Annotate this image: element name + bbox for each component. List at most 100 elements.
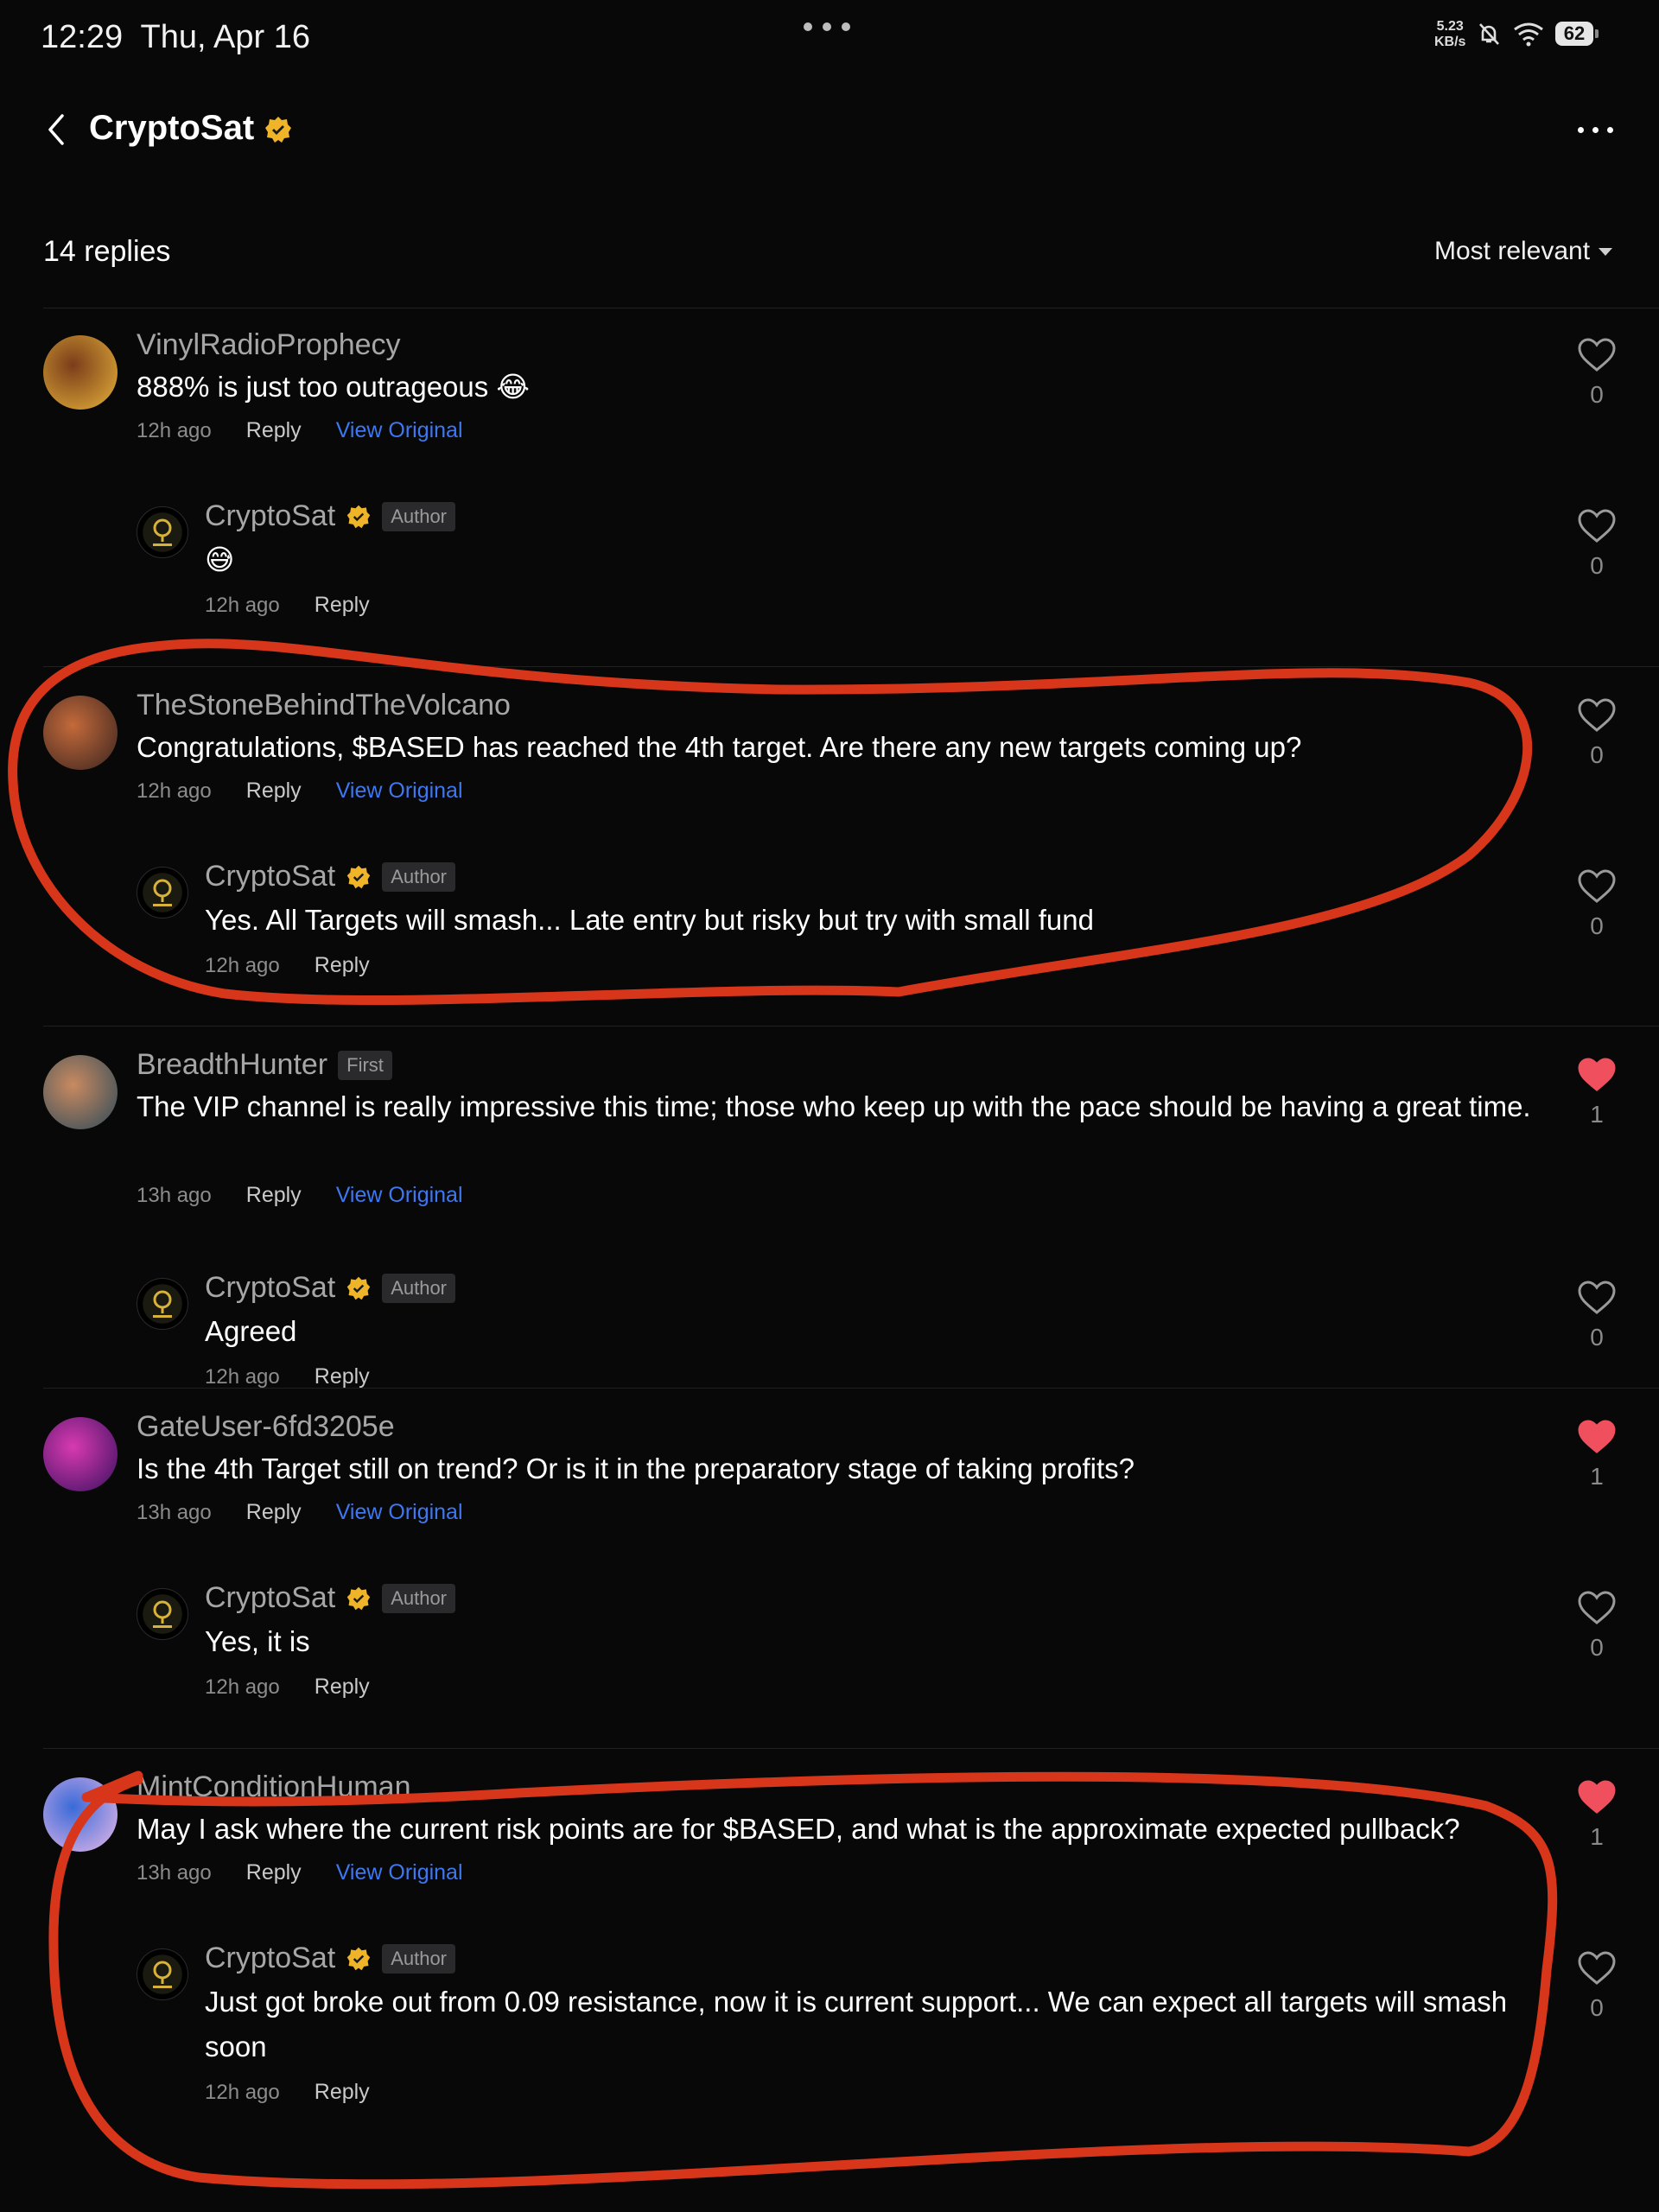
like-count: 0 xyxy=(1590,552,1604,579)
avatar[interactable] xyxy=(43,1777,118,1852)
comment-text: 888% is just too outrageous 😂 xyxy=(137,371,530,403)
comment-username[interactable]: VinylRadioProphecy xyxy=(137,328,401,362)
wifi-icon xyxy=(1514,22,1543,47)
network-speed-value: 5.23 xyxy=(1436,19,1464,34)
reply-time: 12h ago xyxy=(205,593,280,617)
comment-header: VinylRadioProphecy xyxy=(137,328,401,362)
reply-username[interactable]: CryptoSat xyxy=(205,1271,335,1305)
like-count: 0 xyxy=(1590,381,1604,408)
like-count: 1 xyxy=(1590,1101,1604,1128)
reply-button[interactable]: Reply xyxy=(246,1183,302,1208)
more-options-button[interactable] xyxy=(1560,108,1630,151)
divider xyxy=(43,666,1659,667)
verified-badge-icon xyxy=(346,865,371,888)
author-badge: Author xyxy=(382,1273,456,1303)
reply-button[interactable]: Reply xyxy=(246,418,302,443)
like-button[interactable]: 0 xyxy=(1571,697,1623,769)
like-count: 0 xyxy=(1590,1634,1604,1661)
like-button[interactable]: 0 xyxy=(1571,1280,1623,1351)
first-badge: First xyxy=(338,1050,392,1080)
view-original-link[interactable]: View Original xyxy=(336,418,463,443)
heart-icon xyxy=(1578,1780,1616,1814)
author-avatar[interactable] xyxy=(137,1948,188,2000)
reply-header: CryptoSat Author xyxy=(205,860,456,893)
like-count: 0 xyxy=(1590,912,1604,939)
reply-username[interactable]: CryptoSat xyxy=(205,1581,335,1615)
like-button[interactable]: 1 xyxy=(1571,1057,1623,1128)
reply-text: 😅 xyxy=(205,543,235,575)
author-avatar[interactable] xyxy=(137,506,188,558)
reply-button[interactable]: Reply xyxy=(315,953,370,978)
reply-username[interactable]: CryptoSat xyxy=(205,499,335,533)
comment-time: 12h ago xyxy=(137,418,212,442)
avatar[interactable] xyxy=(43,696,118,770)
avatar[interactable] xyxy=(43,1055,118,1129)
like-button[interactable]: 1 xyxy=(1571,1779,1623,1851)
like-button[interactable]: 0 xyxy=(1571,1950,1623,2022)
author-avatar[interactable] xyxy=(137,1278,188,1330)
reply-header: CryptoSat Author xyxy=(205,499,456,533)
page-title-text: CryptoSat xyxy=(89,109,255,147)
comment-text: Is the 4th Target still on trend? Or is … xyxy=(137,1452,1135,1484)
comment-username[interactable]: MintConditionHuman xyxy=(137,1770,411,1804)
avatar[interactable] xyxy=(43,1417,118,1491)
reply-meta: 12h ago Reply xyxy=(205,593,370,618)
comment-time: 13h ago xyxy=(137,1183,212,1207)
network-speed-unit: KB/s xyxy=(1434,35,1466,49)
view-original-link[interactable]: View Original xyxy=(336,1500,463,1525)
comment-username[interactable]: TheStoneBehindTheVolcano xyxy=(137,689,511,722)
cryptosat-logo-icon xyxy=(153,879,172,906)
replies-count: 14 replies xyxy=(43,235,171,268)
like-count: 1 xyxy=(1590,1823,1604,1850)
comment-header: BreadthHunter First xyxy=(137,1048,392,1082)
comment-username[interactable]: GateUser-6fd3205e xyxy=(137,1410,395,1444)
status-date: Thu, Apr 16 xyxy=(140,19,310,55)
author-badge: Author xyxy=(382,501,456,531)
cryptosat-logo-icon xyxy=(153,1961,172,1988)
like-button[interactable]: 1 xyxy=(1571,1419,1623,1491)
author-badge: Author xyxy=(382,1583,456,1613)
reply-button[interactable]: Reply xyxy=(315,1675,370,1700)
reply-time: 12h ago xyxy=(205,2080,280,2104)
heart-icon xyxy=(1578,1591,1616,1624)
view-original-link[interactable]: View Original xyxy=(336,779,463,804)
reply-button[interactable]: Reply xyxy=(315,2080,370,2105)
comment-username[interactable]: BreadthHunter xyxy=(137,1048,327,1082)
like-button[interactable]: 0 xyxy=(1571,508,1623,580)
verified-badge-icon xyxy=(346,1276,371,1300)
reply-button[interactable]: Reply xyxy=(246,1500,302,1525)
author-badge: Author xyxy=(382,861,456,892)
like-count: 0 xyxy=(1590,1994,1604,2021)
like-button[interactable]: 0 xyxy=(1571,868,1623,940)
reply-button[interactable]: Reply xyxy=(246,1860,302,1885)
comment-time: 13h ago xyxy=(137,1500,212,1524)
status-bar-time: 12:29 Thu, Apr 16 xyxy=(41,19,310,56)
back-button[interactable] xyxy=(35,104,78,156)
reply-username[interactable]: CryptoSat xyxy=(205,860,335,893)
sort-dropdown[interactable]: Most relevant xyxy=(1434,237,1613,266)
verified-badge-icon xyxy=(346,1947,371,1970)
sort-label: Most relevant xyxy=(1434,237,1591,265)
reply-button[interactable]: Reply xyxy=(315,1364,370,1389)
author-avatar[interactable] xyxy=(137,867,188,918)
view-original-link[interactable]: View Original xyxy=(336,1183,463,1208)
heart-icon xyxy=(1578,1951,1616,1985)
like-button[interactable]: 0 xyxy=(1571,1590,1623,1662)
verified-badge-icon xyxy=(346,1586,371,1610)
window-drag-handle[interactable] xyxy=(804,22,850,31)
author-avatar[interactable] xyxy=(137,1588,188,1640)
reply-meta: 12h ago Reply xyxy=(205,1675,370,1700)
reply-username[interactable]: CryptoSat xyxy=(205,1942,335,1975)
cryptosat-logo-icon xyxy=(153,1290,172,1318)
like-button[interactable]: 0 xyxy=(1571,337,1623,409)
reply-button[interactable]: Reply xyxy=(315,593,370,618)
view-original-link[interactable]: View Original xyxy=(336,1860,463,1885)
notifications-muted-icon xyxy=(1479,23,1499,45)
verified-badge-icon xyxy=(346,505,371,528)
reply-header: CryptoSat Author xyxy=(205,1581,456,1615)
heart-icon xyxy=(1578,1281,1616,1314)
avatar[interactable] xyxy=(43,335,118,410)
like-count: 0 xyxy=(1590,1324,1604,1351)
heart-icon xyxy=(1578,1058,1616,1091)
reply-button[interactable]: Reply xyxy=(246,779,302,804)
